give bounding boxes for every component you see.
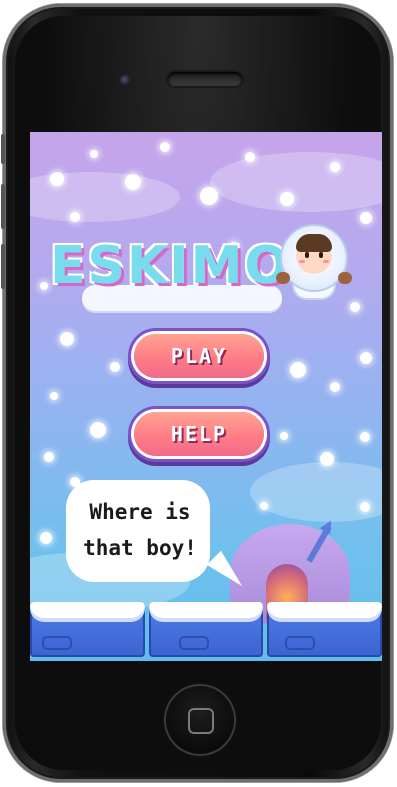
eskimo-blush	[323, 260, 329, 263]
play-button[interactable]: PLAY	[134, 334, 264, 378]
ice-crack	[285, 636, 316, 650]
home-button[interactable]	[164, 684, 236, 756]
snowflake	[160, 142, 170, 152]
snowflake	[330, 162, 340, 172]
snowflake	[360, 502, 370, 512]
ice-crack	[178, 636, 209, 650]
snowflake	[245, 152, 255, 162]
ice-crack	[42, 636, 72, 650]
eskimo-mitten	[338, 272, 352, 284]
eskimo-hair	[296, 234, 332, 252]
ice-ground	[30, 602, 382, 661]
volume-down-button	[1, 244, 5, 289]
eskimo-eye	[319, 252, 323, 258]
snowflake	[110, 362, 120, 372]
snowflake	[50, 172, 64, 186]
snowflake	[360, 432, 370, 442]
home-square-icon	[188, 708, 214, 734]
mute-switch	[1, 134, 5, 164]
ice-snow-cap	[30, 602, 145, 618]
snowflake	[90, 422, 106, 438]
ice-block	[30, 602, 145, 657]
speech-line-2: that boy!	[83, 536, 197, 560]
snowflake	[260, 502, 268, 510]
snowflake	[90, 150, 98, 158]
volume-up-button	[1, 184, 5, 229]
ice-snow-cap	[148, 602, 264, 618]
ice-block	[267, 602, 382, 657]
eskimo-mitten	[276, 272, 290, 284]
eskimo-character	[276, 220, 356, 300]
background-cloud	[210, 152, 382, 212]
snowflake	[70, 212, 80, 222]
snowflake	[360, 212, 372, 224]
front-camera	[120, 75, 131, 86]
ice-snow-cap	[267, 602, 382, 618]
snowflake	[125, 174, 141, 190]
snowflake	[320, 452, 334, 466]
speech-bubble-text: Where is that boy!	[76, 494, 204, 566]
snowflake	[290, 362, 306, 378]
speech-line-1: Where is	[89, 500, 191, 524]
eskimo-eye	[305, 252, 309, 258]
eskimo-blush	[299, 260, 305, 263]
game-screen: ESKIMO PLAY HELP Where is that boy!	[30, 132, 382, 661]
help-button[interactable]: HELP	[134, 412, 264, 456]
background-cloud	[250, 462, 382, 522]
snowflake	[280, 192, 294, 206]
game-title: ESKIMO	[50, 236, 291, 296]
snowflake	[280, 432, 288, 440]
snowflake	[200, 187, 218, 205]
snowflake	[330, 382, 340, 392]
snowflake	[60, 332, 74, 346]
snowflake	[44, 452, 54, 462]
snowflake	[360, 352, 372, 364]
ice-block	[148, 602, 264, 657]
snowflake	[50, 392, 58, 400]
earpiece-speaker	[168, 72, 242, 86]
snowflake	[40, 532, 52, 544]
